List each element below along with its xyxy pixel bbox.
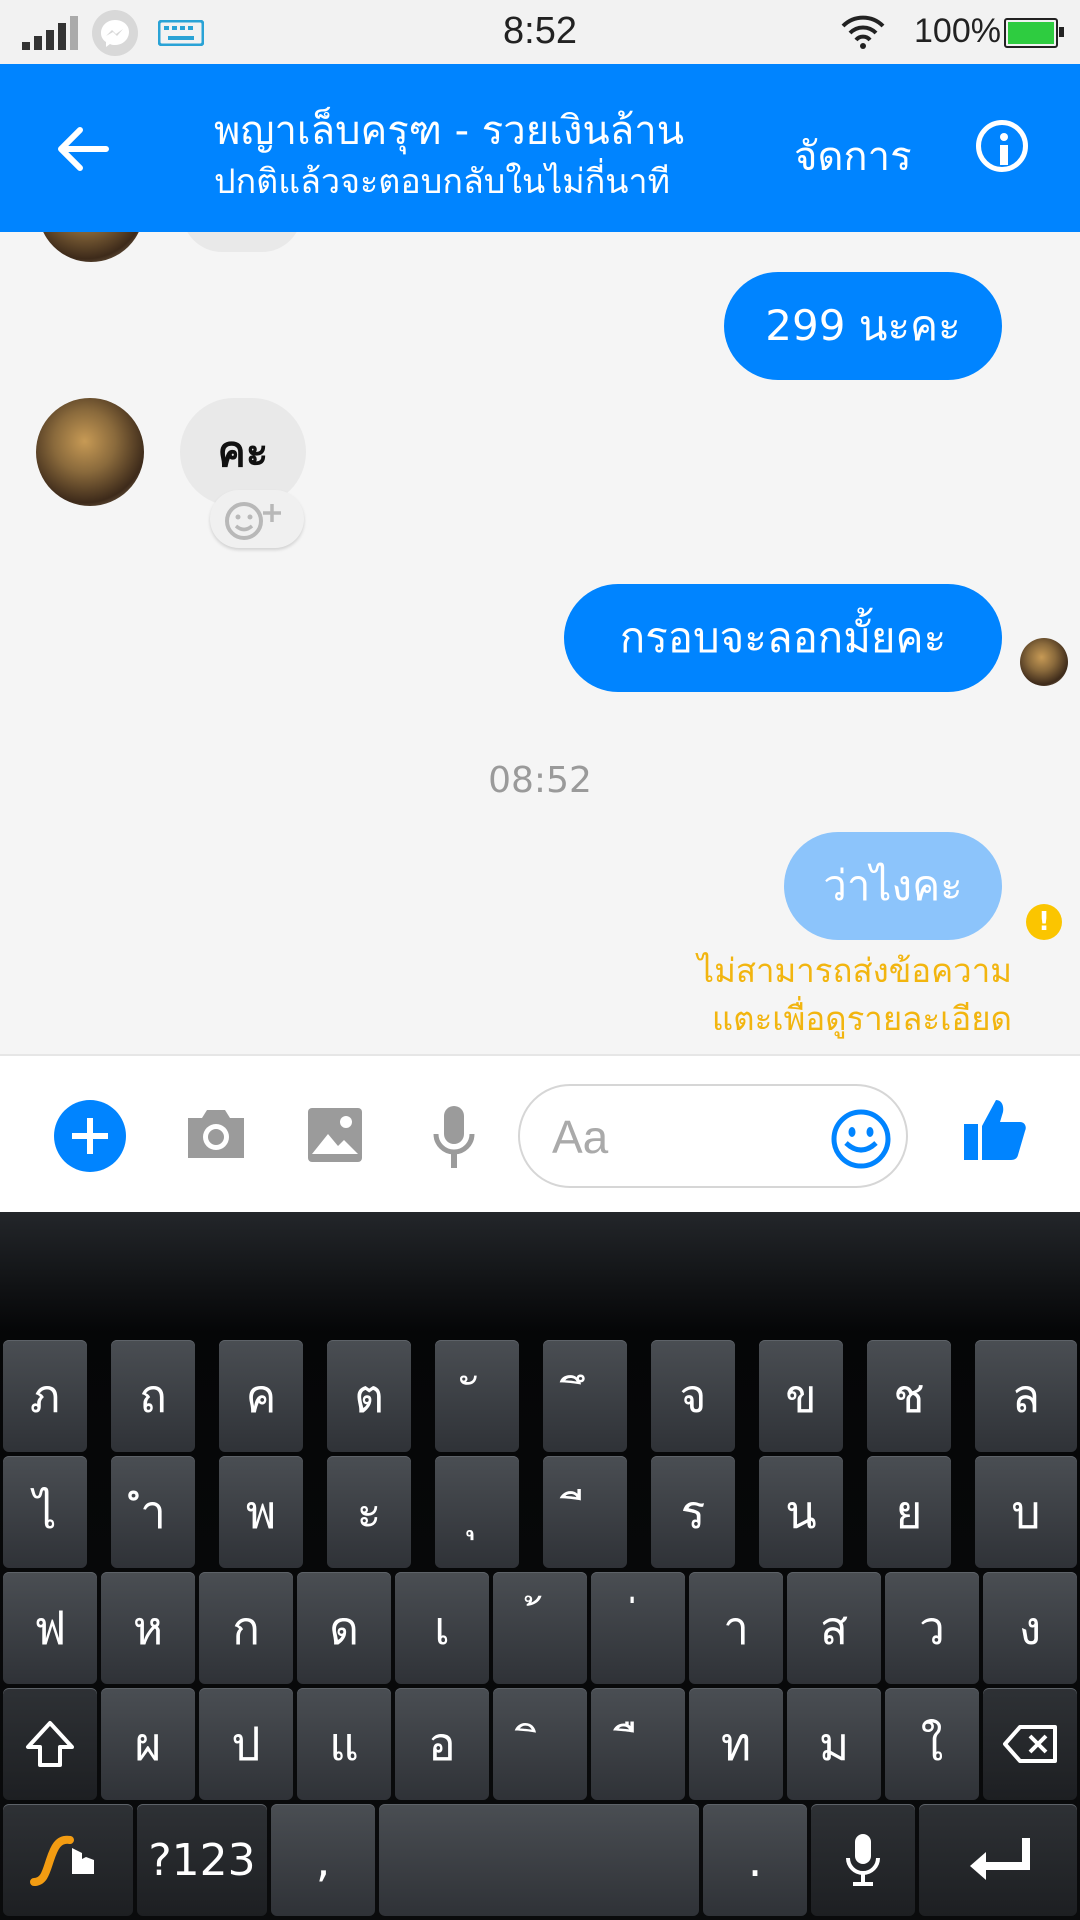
voice-input-key[interactable] xyxy=(811,1804,915,1916)
key[interactable]: ่ xyxy=(591,1572,685,1684)
emoji-icon[interactable] xyxy=(830,1108,892,1170)
outgoing-message[interactable]: 299 นะคะ xyxy=(724,272,1002,380)
back-arrow-icon[interactable] xyxy=(56,126,110,172)
response-status: ปกติแล้วจะตอบกลับในไม่กี่นาที xyxy=(214,162,671,202)
like-thumbs-up-icon[interactable] xyxy=(962,1096,1026,1162)
wifi-icon xyxy=(841,15,885,49)
comma-key[interactable]: , xyxy=(271,1804,375,1916)
period-key[interactable]: . xyxy=(703,1804,807,1916)
backspace-icon xyxy=(1003,1725,1057,1763)
key[interactable]: ำ xyxy=(111,1456,195,1568)
message-list[interactable]: 299 นะคะ คะ กรอบจะลอกมั้ยคะ 08:52 ว่าไงค… xyxy=(0,232,1080,1054)
status-bar: 8:52 100% xyxy=(0,0,1080,64)
send-error-text[interactable]: ไม่สามารถส่งข้อความ xyxy=(697,944,1012,997)
key[interactable]: ม xyxy=(787,1688,881,1800)
key[interactable]: เ xyxy=(395,1572,489,1684)
message-input[interactable] xyxy=(550,1106,804,1168)
key[interactable]: ห xyxy=(101,1572,195,1684)
key[interactable]: แ xyxy=(297,1688,391,1800)
key[interactable]: ุ xyxy=(435,1456,519,1568)
contact-avatar[interactable] xyxy=(36,398,144,506)
swype-logo-icon xyxy=(30,1835,94,1886)
key[interactable]: ื xyxy=(591,1688,685,1800)
key[interactable]: ข xyxy=(759,1340,843,1452)
chat-header: พญาเล็บครุฑ - รวยเงินล้าน ปกติแล้วจะตอบก… xyxy=(0,64,1080,232)
key[interactable]: ี xyxy=(543,1456,627,1568)
space-key[interactable] xyxy=(379,1804,699,1916)
enter-icon xyxy=(970,1838,1030,1880)
key[interactable]: ท xyxy=(689,1688,783,1800)
message-composer xyxy=(0,1054,1080,1214)
key[interactable]: ป xyxy=(199,1688,293,1800)
battery-percent: 100% xyxy=(914,12,1001,50)
key[interactable]: ภ xyxy=(3,1340,87,1452)
key[interactable]: ึ xyxy=(543,1340,627,1452)
contact-avatar[interactable] xyxy=(38,232,144,262)
seen-indicator-avatar xyxy=(1020,638,1068,686)
key[interactable]: ง xyxy=(983,1572,1077,1684)
key[interactable]: ย xyxy=(867,1456,951,1568)
battery-icon xyxy=(1004,18,1064,48)
key[interactable]: ว xyxy=(885,1572,979,1684)
enter-key[interactable] xyxy=(919,1804,1077,1916)
key[interactable]: บ xyxy=(975,1456,1077,1568)
key[interactable]: ต xyxy=(327,1340,411,1452)
microphone-icon[interactable] xyxy=(432,1104,476,1170)
incoming-message-partial[interactable] xyxy=(182,232,302,252)
key[interactable]: ิ xyxy=(493,1688,587,1800)
send-error-details-link[interactable]: แตะเพื่อดูรายละเอียด xyxy=(712,992,1012,1045)
microphone-icon xyxy=(846,1834,880,1886)
thai-keyboard: ภ ถ ค ต ั ึ จ ข ช ล ไ ำ พ ะ ุ ี ร น ย บ … xyxy=(0,1212,1080,1920)
more-actions-button[interactable] xyxy=(54,1100,126,1172)
key[interactable]: ด xyxy=(297,1572,391,1684)
gallery-icon[interactable] xyxy=(306,1106,364,1164)
outgoing-message[interactable]: กรอบจะลอกมั้ยคะ xyxy=(564,584,1002,692)
key[interactable]: ฟ xyxy=(3,1572,97,1684)
key[interactable]: ไ xyxy=(3,1456,87,1568)
add-reaction-button[interactable] xyxy=(210,490,304,548)
key[interactable]: ถ xyxy=(111,1340,195,1452)
key[interactable]: ก xyxy=(199,1572,293,1684)
warning-icon[interactable]: ! xyxy=(1026,904,1062,940)
key[interactable]: ะ xyxy=(327,1456,411,1568)
key[interactable]: า xyxy=(689,1572,783,1684)
shift-icon xyxy=(26,1721,74,1767)
info-icon[interactable] xyxy=(976,120,1028,172)
swype-key[interactable] xyxy=(3,1804,133,1916)
symbols-key[interactable]: ?123 xyxy=(137,1804,267,1916)
contact-name[interactable]: พญาเล็บครุฑ - รวยเงินล้าน xyxy=(214,98,684,162)
key[interactable]: พ xyxy=(219,1456,303,1568)
shift-key[interactable] xyxy=(3,1688,97,1800)
failed-message[interactable]: ว่าไงคะ xyxy=(784,832,1002,940)
key[interactable]: ผ xyxy=(101,1688,195,1800)
camera-icon[interactable] xyxy=(184,1106,248,1162)
key[interactable]: ส xyxy=(787,1572,881,1684)
message-timestamp: 08:52 xyxy=(488,760,592,801)
key[interactable]: อ xyxy=(395,1688,489,1800)
key[interactable]: ช xyxy=(867,1340,951,1452)
key[interactable]: น xyxy=(759,1456,843,1568)
key[interactable]: ใ xyxy=(885,1688,979,1800)
key[interactable]: ค xyxy=(219,1340,303,1452)
smiley-plus-icon xyxy=(225,502,281,540)
backspace-key[interactable] xyxy=(983,1688,1077,1800)
manage-button[interactable]: จัดการ xyxy=(794,124,912,188)
key[interactable]: จ xyxy=(651,1340,735,1452)
message-input-container[interactable] xyxy=(518,1084,908,1188)
key[interactable]: ล xyxy=(975,1340,1077,1452)
key[interactable]: ร xyxy=(651,1456,735,1568)
key[interactable]: ้ xyxy=(493,1572,587,1684)
key[interactable]: ั xyxy=(435,1340,519,1452)
